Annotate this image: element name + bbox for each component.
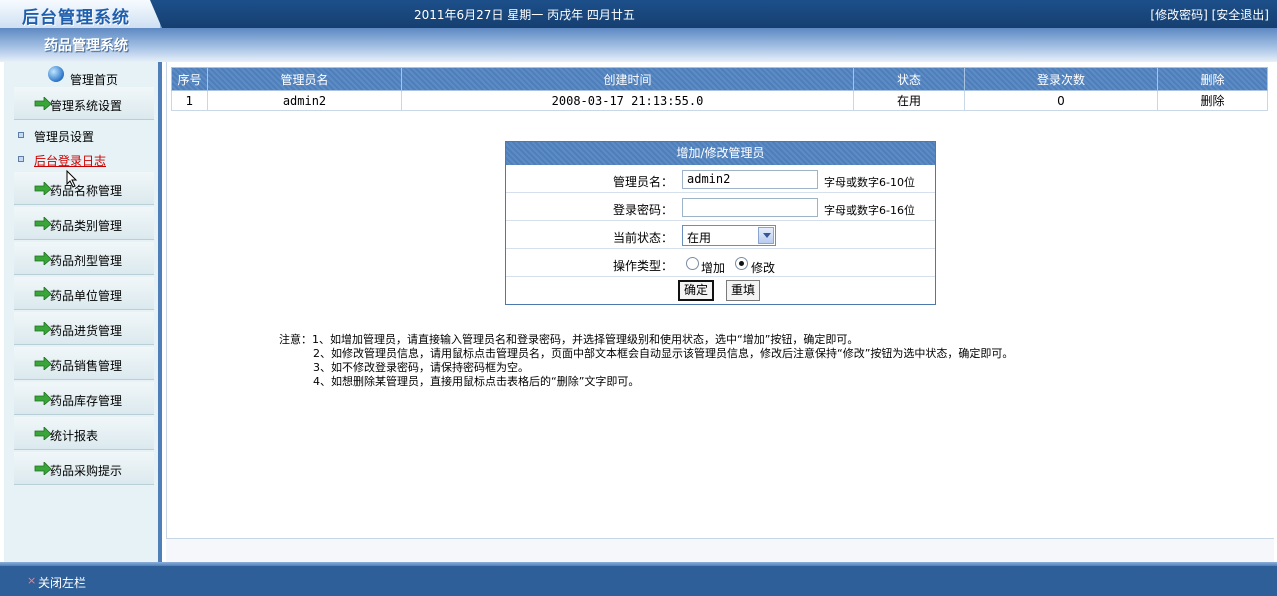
sidebar-item-label: 药品进货管理 bbox=[50, 324, 123, 338]
password-input[interactable] bbox=[682, 198, 818, 217]
add-radio-label: 增加 bbox=[701, 261, 726, 275]
cell-id: 1 bbox=[171, 90, 208, 111]
status-select-value: 在用 bbox=[687, 231, 712, 245]
system-name: 药品管理系统 bbox=[44, 38, 128, 54]
delete-link[interactable]: 删除 bbox=[1157, 90, 1268, 111]
form-row-status: 当前状态： 在用 bbox=[506, 222, 935, 249]
sidebar-item-label: 统计报表 bbox=[50, 429, 99, 443]
submit-button[interactable]: 确定 bbox=[678, 280, 715, 301]
sidebar-item-label: 药品名称管理 bbox=[50, 184, 123, 198]
sidebar-item-drug-name[interactable]: 药品名称管理 bbox=[14, 172, 154, 205]
status-label: 当前状态： bbox=[612, 231, 673, 245]
sidebar-item-label: 药品类别管理 bbox=[50, 219, 123, 233]
notes: 注意：1、如增加管理员，请直接输入管理员名和登录密码，并选择管理级别和使用状态，… bbox=[279, 333, 1013, 389]
chevron-down-icon[interactable] bbox=[758, 227, 774, 244]
sidebar-item-label: 药品销售管理 bbox=[50, 359, 123, 373]
header-date: 2011年6月27日 星期一 丙戌年 四月廿五 bbox=[414, 8, 635, 22]
square-bullet-icon bbox=[18, 156, 24, 162]
column-header: 序号 bbox=[171, 67, 208, 91]
sidebar-subitem-label: 后台登录日志 bbox=[34, 154, 107, 168]
edit-radio-label: 修改 bbox=[751, 261, 776, 275]
password-hint: 字母或数字6-16位 bbox=[824, 204, 915, 217]
close-sidebar-link[interactable]: 关闭左栏 bbox=[38, 574, 86, 591]
sidebar-item-label: 药品库存管理 bbox=[50, 394, 123, 408]
footer-bar: × 关闭左栏 bbox=[0, 566, 1277, 596]
column-header: 管理员名 bbox=[207, 67, 402, 91]
admin-table: 序号 管理员名 创建时间 状态 登录次数 删除 1 admin2 2008-03… bbox=[171, 67, 1268, 111]
cell-logins: 0 bbox=[964, 90, 1158, 111]
logo: 后台管理系统 bbox=[22, 8, 130, 28]
cell-admin-name[interactable]: admin2 bbox=[207, 90, 402, 111]
square-bullet-icon bbox=[18, 132, 24, 138]
mouse-cursor-icon bbox=[66, 170, 78, 188]
name-label: 管理员名： bbox=[612, 175, 673, 189]
sidebar-item-label: 管理系统设置 bbox=[50, 99, 123, 113]
top-header: 后台管理系统 2011年6月27日 星期一 丙戌年 四月廿五 [修改密码] [安… bbox=[0, 0, 1277, 28]
change-password-link[interactable]: [修改密码] bbox=[1150, 8, 1207, 22]
globe-icon bbox=[48, 66, 64, 82]
sidebar-item-purchase-alert[interactable]: 药品采购提示 bbox=[14, 452, 154, 485]
cell-created: 2008-03-17 21:13:55.0 bbox=[401, 90, 854, 111]
sub-header: 药品管理系统 bbox=[0, 28, 1277, 62]
table-header-row: 序号 管理员名 创建时间 状态 登录次数 删除 bbox=[171, 67, 1268, 91]
sidebar-item-drug-category[interactable]: 药品类别管理 bbox=[14, 207, 154, 240]
sidebar-subitem-label: 管理员设置 bbox=[34, 130, 95, 144]
close-icon[interactable]: × bbox=[27, 574, 36, 587]
sidebar-item-drug-stock[interactable]: 药品库存管理 bbox=[14, 382, 154, 415]
logout-link[interactable]: [安全退出] bbox=[1212, 8, 1269, 22]
sidebar-item-drug-sales[interactable]: 药品销售管理 bbox=[14, 347, 154, 380]
sidebar-item-drug-unit[interactable]: 药品单位管理 bbox=[14, 277, 154, 310]
status-select[interactable]: 在用 bbox=[682, 225, 776, 246]
sidebar-item-reports[interactable]: 统计报表 bbox=[14, 417, 154, 450]
edit-radio[interactable] bbox=[735, 257, 748, 270]
main-content bbox=[166, 62, 1274, 562]
column-header: 删除 bbox=[1157, 67, 1268, 91]
note-line: 4、如想删除某管理员，直接用鼠标点击表格后的“删除”文字即可。 bbox=[313, 375, 640, 388]
reset-button[interactable]: 重填 bbox=[726, 280, 761, 301]
column-header: 状态 bbox=[853, 67, 965, 91]
admin-name-input[interactable]: admin2 bbox=[682, 170, 818, 189]
add-radio[interactable] bbox=[686, 257, 699, 270]
header-links: [修改密码] [安全退出] bbox=[1150, 6, 1269, 23]
sidebar-item-label: 药品剂型管理 bbox=[50, 254, 123, 268]
name-hint: 字母或数字6-10位 bbox=[824, 176, 915, 189]
main-bottom-bar bbox=[166, 538, 1274, 562]
form-row-operation: 操作类型： 增加 修改 bbox=[506, 250, 935, 277]
sidebar-item-system-settings[interactable]: 管理系统设置 bbox=[14, 87, 154, 120]
form-title: 增加/修改管理员 bbox=[506, 142, 935, 165]
sidebar: 管理首页 管理系统设置 管理员设置 后台登录日志 药品名称管理 药品类别管理 药… bbox=[4, 62, 162, 562]
form-row-password: 登录密码： 字母或数字6-16位 bbox=[506, 194, 935, 221]
sidebar-item-label: 药品采购提示 bbox=[50, 464, 123, 478]
operation-label: 操作类型： bbox=[612, 259, 673, 273]
column-header: 创建时间 bbox=[401, 67, 854, 91]
form-row-name: 管理员名： admin2 字母或数字6-10位 bbox=[506, 166, 935, 193]
cell-status: 在用 bbox=[853, 90, 965, 111]
sidebar-item-drug-form[interactable]: 药品剂型管理 bbox=[14, 242, 154, 275]
admin-form-panel: 增加/修改管理员 管理员名： admin2 字母或数字6-10位 登录密码： 字… bbox=[505, 141, 936, 305]
column-header: 登录次数 bbox=[964, 67, 1158, 91]
note-line: 2、如修改管理员信息，请用鼠标点击管理员名，页面中部文本框会自动显示该管理员信息… bbox=[313, 347, 1014, 360]
sidebar-item-drug-purchase[interactable]: 药品进货管理 bbox=[14, 312, 154, 345]
password-label: 登录密码： bbox=[612, 203, 673, 217]
note-line: 注意：1、如增加管理员，请直接输入管理员名和登录密码，并选择管理级别和使用状态，… bbox=[279, 333, 859, 346]
note-line: 3、如不修改登录密码，请保持密码框为空。 bbox=[313, 361, 529, 374]
sidebar-item-label: 药品单位管理 bbox=[50, 289, 123, 303]
sidebar-home-link[interactable]: 管理首页 bbox=[70, 71, 118, 88]
table-row: 1 admin2 2008-03-17 21:13:55.0 在用 0 删除 bbox=[171, 90, 1268, 111]
